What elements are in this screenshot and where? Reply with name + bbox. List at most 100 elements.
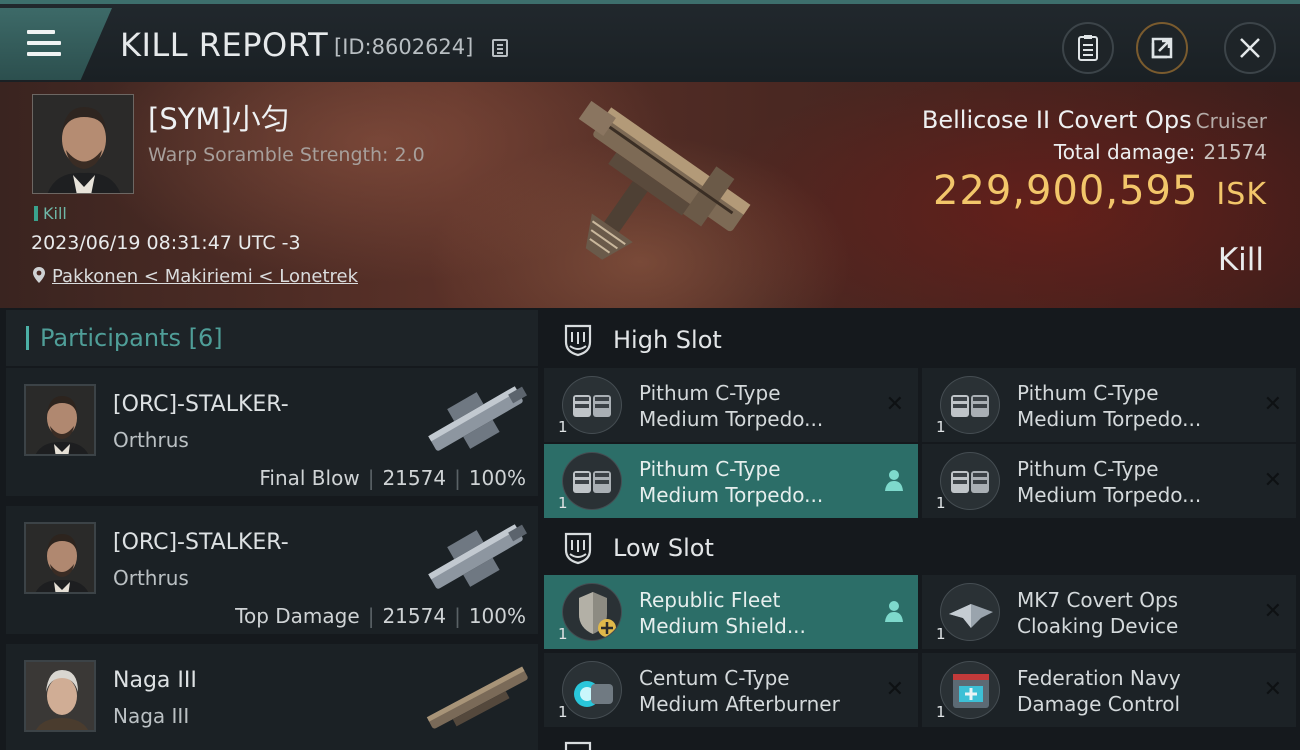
pilot-portrait-image [26, 662, 94, 730]
total-damage-label: Total damage: [1053, 140, 1196, 164]
result-label: Kill [1217, 242, 1264, 278]
module-name: MK7 Covert Ops Cloaking Device [1017, 588, 1179, 638]
damage-control-icon [940, 661, 1000, 719]
ship-class: Cruiser [1195, 109, 1267, 133]
total-damage: Total damage: 21574 [1054, 140, 1267, 164]
module-quantity: 1 [936, 703, 946, 721]
module-quantity: 1 [936, 494, 946, 512]
isk-unit: ISK [1216, 177, 1267, 212]
module-quantity: 1 [936, 625, 946, 643]
isk-amount: 229,900,595 [932, 168, 1199, 214]
destroyed-x-icon: ✕ [1263, 468, 1282, 493]
participant-avatar[interactable] [24, 384, 96, 456]
share-button[interactable] [1136, 22, 1188, 74]
participant-name: [ORC]-STALKER- [113, 392, 289, 417]
close-icon [1240, 38, 1260, 58]
module-name: Pithum C-Type Medium Torpedo... [639, 381, 824, 431]
participant-card[interactable]: Naga III Naga III [6, 644, 538, 750]
destroyed-x-icon: ✕ [1263, 599, 1282, 624]
top-bar: KILL REPORT [ID:8602624] [0, 0, 1300, 82]
destroyed-x-icon: ✕ [885, 677, 904, 702]
location-pin-icon [33, 267, 45, 283]
mid-slot-icon [564, 741, 592, 750]
module-name: Federation Navy Damage Control [1017, 666, 1181, 716]
notes-button[interactable] [1062, 22, 1114, 74]
participant-name: Naga III [113, 668, 197, 693]
high-slot-icon [564, 324, 592, 357]
module-quantity: 1 [558, 494, 568, 512]
participant-stats: Top Damage | 21574 | 100% [235, 604, 526, 628]
victim-ship-image [578, 100, 751, 260]
low-slot-icon [564, 532, 592, 565]
destroyed-x-icon: ✕ [1263, 392, 1282, 417]
destroyed-x-icon: ✕ [1263, 677, 1282, 702]
torpedo-launcher-icon [562, 376, 622, 434]
total-damage-value: 21574 [1203, 140, 1267, 164]
module-name: Pithum C-Type Medium Torpedo... [1017, 381, 1202, 431]
module-item[interactable]: 1 Pithum C-Type Medium Torpedo... ✕ [544, 368, 918, 442]
participant-avatar[interactable] [24, 660, 96, 732]
torpedo-launcher-icon [940, 376, 1000, 434]
module-quantity: 1 [558, 703, 568, 721]
module-item[interactable]: 1 Pithum C-Type Medium Torpedo... [544, 444, 918, 518]
participant-avatar[interactable] [24, 522, 96, 594]
pilot-portrait-image [26, 524, 94, 592]
module-name: Republic Fleet Medium Shield... [639, 588, 806, 638]
torpedo-launcher-icon [562, 452, 622, 510]
participant-role: Top Damage [235, 604, 360, 628]
dropped-person-icon [885, 601, 903, 622]
module-quantity: 1 [558, 418, 568, 436]
participant-ship-image [428, 386, 527, 451]
participant-role: Final Blow [259, 466, 360, 490]
participants-title: Participants [6] [40, 324, 223, 352]
menu-button[interactable] [0, 8, 112, 80]
victim-name[interactable]: [SYM]小匀 [148, 96, 290, 138]
participant-ship: Naga III [113, 704, 190, 728]
torpedo-launcher-icon [940, 452, 1000, 510]
module-item[interactable]: 1 Pithum C-Type Medium Torpedo... ✕ [922, 444, 1296, 518]
copy-id-icon[interactable] [492, 39, 508, 57]
module-item[interactable]: 1 Federation Navy Damage Control ✕ [922, 653, 1296, 727]
cloaking-device-icon [940, 583, 1000, 641]
clipboard-icon [1078, 35, 1098, 61]
ship-type[interactable]: Bellicose II Covert Ops [922, 106, 1192, 134]
report-id: [ID:8602624] [334, 35, 474, 59]
pilot-portrait-image [33, 95, 133, 193]
participants-count: [6] [188, 324, 223, 352]
kill-datetime: 2023/06/19 08:31:47 UTC -3 [31, 232, 301, 254]
high-slot-header: High Slot [544, 310, 1300, 368]
pilot-portrait-image [26, 386, 94, 454]
participant-stats: Final Blow | 21574 | 100% [259, 466, 526, 490]
victim-ship-name: Bellicose II Covert Ops Cruiser [922, 106, 1267, 134]
isk-value: 229,900,595 ISK [933, 168, 1267, 214]
mid-slot-header [544, 731, 1300, 750]
module-quantity: 1 [558, 625, 568, 643]
page-title: KILL REPORT [120, 26, 329, 64]
accent-bar [26, 326, 29, 350]
kill-type-tag: Kill [34, 204, 67, 223]
participant-percent: 100% [468, 466, 526, 490]
victim-portrait[interactable] [32, 94, 134, 194]
module-quantity: 1 [936, 418, 946, 436]
dropped-person-icon [885, 470, 903, 491]
participant-ship-image [426, 666, 528, 729]
destroyed-x-icon: ✕ [885, 392, 904, 417]
kill-location[interactable]: Pakkonen < Makiriemi < Lonetrek [32, 266, 358, 287]
module-name: Centum C-Type Medium Afterburner [639, 666, 840, 716]
participants-panel: Participants [6] [ORC]-STALKER- Orthrus [6, 310, 538, 750]
share-icon [1151, 37, 1173, 59]
module-name: Pithum C-Type Medium Torpedo... [1017, 457, 1202, 507]
module-item[interactable]: 1 Pithum C-Type Medium Torpedo... ✕ [922, 368, 1296, 442]
participants-header[interactable]: Participants [6] [6, 310, 538, 366]
location-link[interactable]: Pakkonen < Makiriemi < Lonetrek [52, 266, 358, 287]
participant-card[interactable]: [ORC]-STALKER- Orthrus Final Blow | 21574 |… [6, 368, 538, 496]
warp-scramble-strength: Warp Soramble Strength: 2.0 [148, 144, 425, 166]
participant-ship-image [428, 524, 527, 589]
module-item[interactable]: 1 Republic Fleet Medium Shield... [544, 575, 918, 649]
participant-card[interactable]: [ORC]-STALKER- Orthrus Top Damage | 21574 |… [6, 506, 538, 634]
afterburner-icon [562, 661, 622, 719]
hamburger-icon [27, 30, 61, 56]
close-button[interactable] [1224, 22, 1276, 74]
module-item[interactable]: 1 Centum C-Type Medium Afterburner ✕ [544, 653, 918, 727]
module-item[interactable]: 1 MK7 Covert Ops Cloaking Device ✕ [922, 575, 1296, 649]
